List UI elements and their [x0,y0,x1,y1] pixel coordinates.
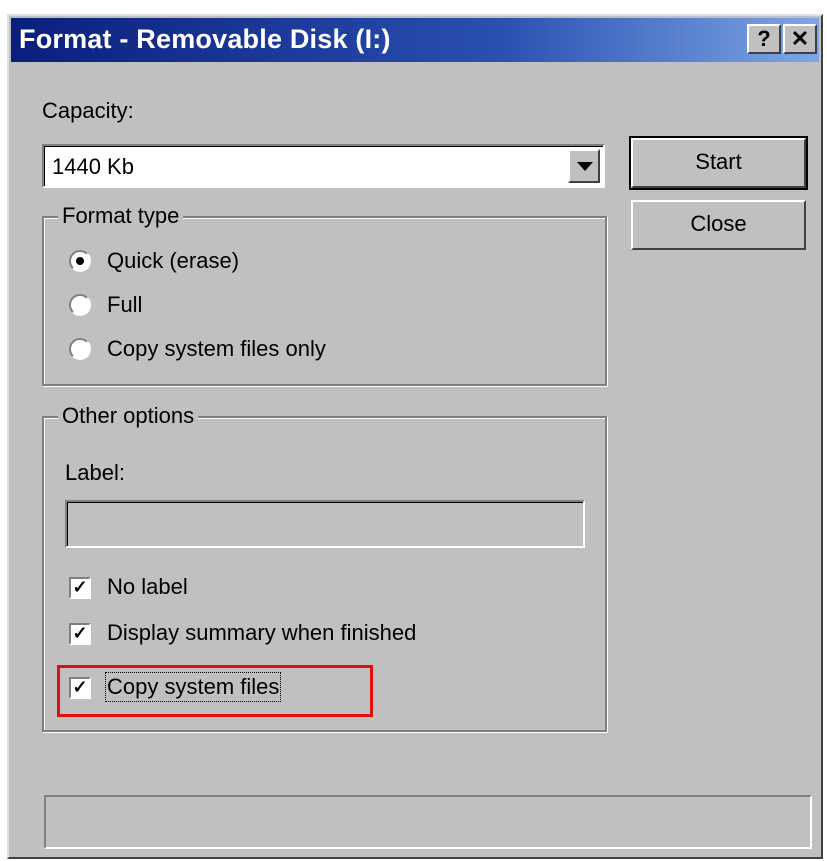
close-button[interactable]: Close [631,200,806,250]
radio-copy-system-files-only[interactable]: Copy system files only [69,336,369,366]
label-caption: Label: [65,460,125,485]
checkbox-label: Display summary when finished [107,620,417,645]
radio-quick-erase[interactable]: Quick (erase) [69,248,369,278]
radio-button[interactable] [69,250,91,272]
radio-label: Quick (erase) [107,248,240,273]
radio-button[interactable] [69,338,91,360]
start-button[interactable]: Start [629,136,808,190]
format-dialog: Format - Removable Disk (I:) ? ✕ Capacit… [7,14,823,859]
window-title: Format - Removable Disk (I:) [19,24,391,54]
close-window-button[interactable]: ✕ [783,24,817,54]
capacity-value: 1440 Kb [52,154,134,179]
title-bar[interactable]: Format - Removable Disk (I:) ? ✕ [11,18,819,62]
radio-full[interactable]: Full [69,292,369,322]
highlight-box [57,665,373,717]
help-icon: ? [757,26,771,51]
checkbox-display-summary[interactable]: ✓ Display summary when finished [69,620,529,650]
dropdown-arrow-icon[interactable] [568,149,600,183]
radio-label: Copy system files only [107,336,326,361]
checkbox-label: No label [107,574,188,599]
checkbox-checked-icon[interactable]: ✓ [69,577,91,599]
capacity-label: Capacity: [42,98,134,123]
capacity-dropdown[interactable]: 1440 Kb [42,144,605,188]
checkbox-checked-icon[interactable]: ✓ [69,623,91,645]
format-type-legend: Format type [58,203,184,229]
radio-button[interactable] [69,294,91,316]
radio-label: Full [107,292,143,317]
progress-status-bar [44,795,812,849]
checkbox-no-label[interactable]: ✓ No label [69,574,469,604]
other-options-legend: Other options [58,403,199,429]
help-button[interactable]: ? [747,24,781,54]
close-icon: ✕ [790,26,810,51]
volume-label-field[interactable] [65,500,585,548]
